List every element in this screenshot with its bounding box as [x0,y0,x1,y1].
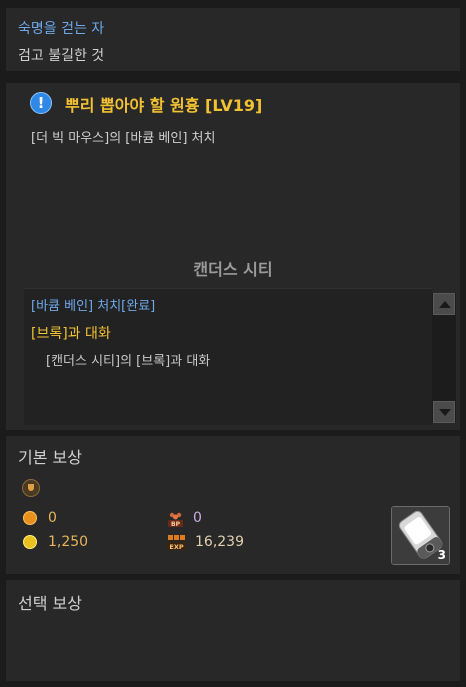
medal-reward-value: 0 [48,510,57,526]
svg-text:BP: BP [171,521,181,528]
quest-title: 뿌리 뽑아야 할 원흉 [LV19] [65,96,263,115]
exp-reward-value: 16,239 [195,534,244,550]
scroll-up-button[interactable] [433,293,455,315]
objective-detail: [캔더스 시티]의 [브록]과 대화 [46,354,211,369]
bp-icon: BP [168,512,183,528]
basic-reward-title: 기본 보상 [18,448,82,467]
quest-chapter-title: 검고 불길한 것 [18,48,105,64]
exclamation-icon: ! [30,92,52,114]
scroll-down-button[interactable] [433,401,455,423]
reward-item-slot[interactable]: 3 [391,506,450,565]
chevron-up-icon [439,301,451,308]
objectives-list: [바큠 베인] 처치[완료] [브록]과 대화 [캔더스 시티]의 [브록]과 … [24,288,432,425]
objective-complete: [바큠 베인] 처치[완료] [31,299,156,314]
trophy-icon [22,479,40,497]
objective-active[interactable]: [브록]과 대화 [31,323,111,343]
quest-panel: ! 뿌리 뽑아야 할 원흉 [LV19] [더 빅 마우스]의 [바큠 베인] … [6,83,460,430]
selection-reward-title: 선택 보상 [18,594,82,613]
selection-reward-panel: 선택 보상 [6,580,460,681]
chevron-down-icon [439,409,451,416]
quest-chapter-subtitle: 숙명을 걷는 자 [18,21,105,37]
exp-icon: EXP [167,535,186,551]
basic-reward-panel: 기본 보상 0 BP 0 1,250 EXP 16,239 3 [6,436,460,574]
reward-item-count: 3 [437,548,446,562]
gold-coin-icon [23,535,37,549]
quest-description: [더 빅 마우스]의 [바큠 베인] 처치 [31,131,216,146]
medal-icon [23,511,37,525]
objectives-scrollbar[interactable] [432,293,456,423]
header-panel: 숙명을 걷는 자 검고 불길한 것 [6,8,460,71]
quest-region: 캔더스 시티 [193,260,273,279]
svg-text:EXP: EXP [169,543,183,551]
bp-reward-value: 0 [193,510,202,526]
gold-reward-value: 1,250 [48,534,89,550]
